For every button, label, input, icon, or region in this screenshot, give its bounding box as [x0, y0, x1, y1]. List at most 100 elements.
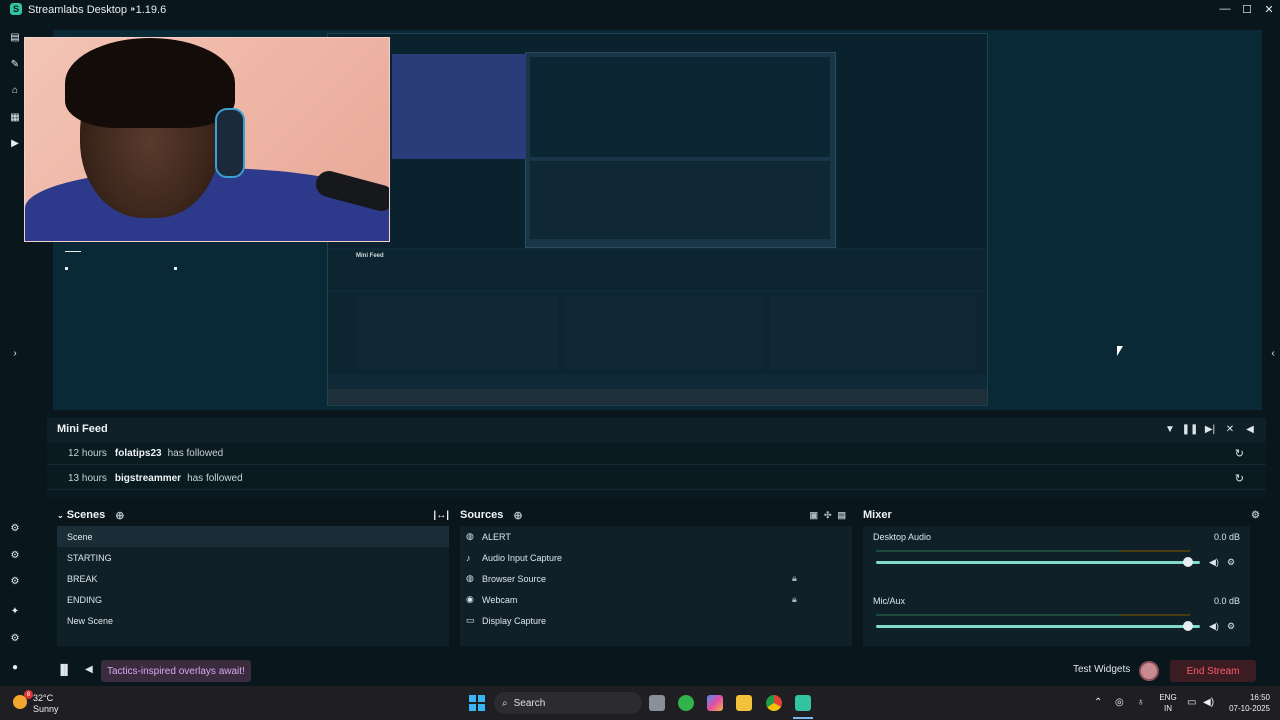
clock-date[interactable]: 07-10-2025 [1222, 704, 1270, 713]
play-icon[interactable]: ▶ [9, 137, 21, 149]
scene-item[interactable]: Scene [57, 526, 449, 547]
expand-nav-icon[interactable]: › [9, 347, 21, 359]
layout-icon[interactable]: ▦ [9, 111, 21, 123]
clock-time[interactable]: 16:50 [1226, 693, 1270, 702]
scene-item[interactable]: New Scene [57, 610, 449, 631]
event-user: folatips23 [114, 448, 162, 459]
mute-icon[interactable]: ◀) [1209, 557, 1219, 568]
minimize-button[interactable]: — [1214, 0, 1236, 18]
webcam-feed [24, 37, 390, 242]
network-icon[interactable]: ▭ [1187, 697, 1196, 708]
highlighter-icon[interactable]: ✦ [9, 605, 21, 617]
skip-icon[interactable]: ▶| [1204, 423, 1216, 435]
mixer-settings-icon[interactable]: ⚙ [1251, 510, 1260, 521]
maximize-button[interactable]: ☐ [1236, 0, 1258, 18]
preview-dot [65, 267, 68, 270]
volume-icon[interactable]: ◀ [1244, 423, 1256, 435]
promo-banner[interactable]: Tactics-inspired overlays await! [101, 660, 251, 682]
add-source-icon[interactable]: ⊕ [513, 509, 522, 522]
scenes-header: ⌄ Scenes ⊕ |↔| [57, 504, 449, 526]
source-item[interactable]: ▭ Display Capture [460, 610, 852, 631]
settings-icon[interactable]: ⚙ [9, 632, 21, 644]
scene-item[interactable]: ENDING [57, 589, 449, 610]
mute-alerts-icon[interactable]: ✕ [1224, 423, 1236, 435]
mixer-list: Desktop Audio 0.0 dB ◀) ⚙ Mic/Aux 0.0 dB… [863, 526, 1250, 646]
chevron-down-icon[interactable]: ⌄ [57, 511, 64, 520]
weather-badge: 8 [24, 690, 33, 699]
volume-knob[interactable] [1183, 557, 1193, 567]
start-button[interactable] [469, 695, 485, 711]
repeat-alert-icon[interactable]: ↻ [1235, 447, 1244, 460]
widget-icon-3[interactable]: ⚙ [9, 575, 21, 587]
weather-desc[interactable]: Sunny [33, 704, 59, 714]
task-view-icon[interactable] [649, 695, 665, 711]
tray-mic-icon[interactable]: ♁ [1137, 697, 1145, 708]
mixer-db: 0.0 dB [1213, 596, 1240, 606]
source-item[interactable]: ◍ ALERT [460, 526, 852, 547]
scene-item[interactable]: STARTING [57, 547, 449, 568]
weather-temp[interactable]: 32°C [33, 693, 53, 703]
scene-item[interactable]: BREAK [57, 568, 449, 589]
mouse-cursor [1117, 346, 1123, 356]
editor-icon[interactable]: ▤ [9, 31, 21, 43]
streamlabs-taskbar-icon[interactable] [795, 695, 811, 711]
window-controls: — ☐ ✕ [1214, 0, 1280, 18]
add-scene-icon[interactable]: ⊕ [115, 509, 124, 522]
audio-meter [876, 614, 1190, 616]
taskbar-search[interactable]: ⌕ Search [494, 692, 642, 714]
minifeed-header: Mini Feed ▼ ❚❚ ▶| ✕ ◀ [47, 418, 1266, 442]
end-stream-button[interactable]: End Stream [1170, 660, 1256, 682]
profile-icon[interactable]: ● [9, 661, 21, 673]
lang-bottom[interactable]: IN [1156, 704, 1180, 713]
tray-app-icon[interactable]: ◎ [1115, 697, 1124, 708]
test-widgets-button[interactable] [1139, 661, 1159, 681]
event-user: bigstreammer [114, 473, 182, 484]
webcam-icon: ◉ [466, 594, 474, 604]
stats-icon[interactable]: ▐▌ [57, 665, 71, 676]
windows-taskbar: 8 32°C Sunny ⌕ Search ⌃ ◎ ♁ ENG IN ▭ ◀) … [0, 686, 1280, 720]
event-action: has followed [187, 473, 243, 484]
volume-knob[interactable] [1183, 621, 1193, 631]
mute-icon[interactable]: ◀) [1209, 621, 1219, 632]
lang-top[interactable]: ENG [1156, 693, 1180, 702]
lock-icon[interactable]: 🔒︎ [792, 573, 797, 584]
source-item[interactable]: ◍ Browser Source 🔒︎ [460, 568, 852, 589]
volume-tray-icon[interactable]: ◀) [1203, 697, 1214, 708]
source-item[interactable]: ♪ Audio Input Capture [460, 547, 852, 568]
widget-icon-2[interactable]: ⚙ [9, 549, 21, 561]
store-icon[interactable]: ⌂ [9, 84, 21, 96]
volume-slider[interactable] [876, 561, 1200, 564]
source-tools-icon[interactable]: ▣✣▤ [809, 510, 852, 521]
copilot-icon[interactable] [707, 695, 723, 711]
collapse-right-icon[interactable]: ‹ [1267, 347, 1279, 359]
audio-settings-icon[interactable]: ⚙ [1227, 557, 1235, 568]
themes-icon[interactable]: ✎ [9, 58, 21, 70]
headphone [215, 108, 245, 178]
right-edge: ‹ [1266, 18, 1280, 686]
file-explorer-icon[interactable] [736, 695, 752, 711]
streamlabs-logo-icon: S [10, 3, 22, 15]
volume-slider[interactable] [876, 625, 1200, 628]
scene-transitions-icon[interactable]: |↔| [433, 510, 449, 521]
close-button[interactable]: ✕ [1258, 0, 1280, 18]
mixer-title: Mixer [863, 509, 892, 521]
repeat-alert-icon[interactable]: ↻ [1235, 472, 1244, 485]
lock-icon[interactable]: 🔒︎ [792, 594, 797, 605]
source-label: Browser Source [482, 573, 547, 584]
test-widgets-label[interactable]: Test Widgets [1073, 664, 1130, 675]
pause-icon[interactable]: ❚❚ [1182, 423, 1199, 435]
studio-footer: ▐▌ ◀ Tactics-inspired overlays await! Te… [47, 656, 1266, 686]
chrome-icon[interactable] [766, 695, 782, 711]
window-title: Streamlabs Desktop ⁍1.19.6 [28, 3, 167, 16]
widget-icon-1[interactable]: ⚙ [9, 522, 21, 534]
filter-icon[interactable]: ▼ [1164, 423, 1176, 435]
nested-capture [525, 52, 836, 248]
audio-meter [876, 550, 1190, 552]
source-item[interactable]: ◉ Webcam 🔒︎ [460, 589, 852, 610]
app-icon[interactable] [678, 695, 694, 711]
tray-chevron-icon[interactable]: ⌃ [1094, 697, 1102, 708]
captured-editor-preview [328, 34, 987, 248]
mixer-db: 0.0 dB [1213, 532, 1240, 542]
audio-settings-icon[interactable]: ⚙ [1227, 621, 1235, 632]
minifeed-title: Mini Feed [57, 423, 108, 435]
